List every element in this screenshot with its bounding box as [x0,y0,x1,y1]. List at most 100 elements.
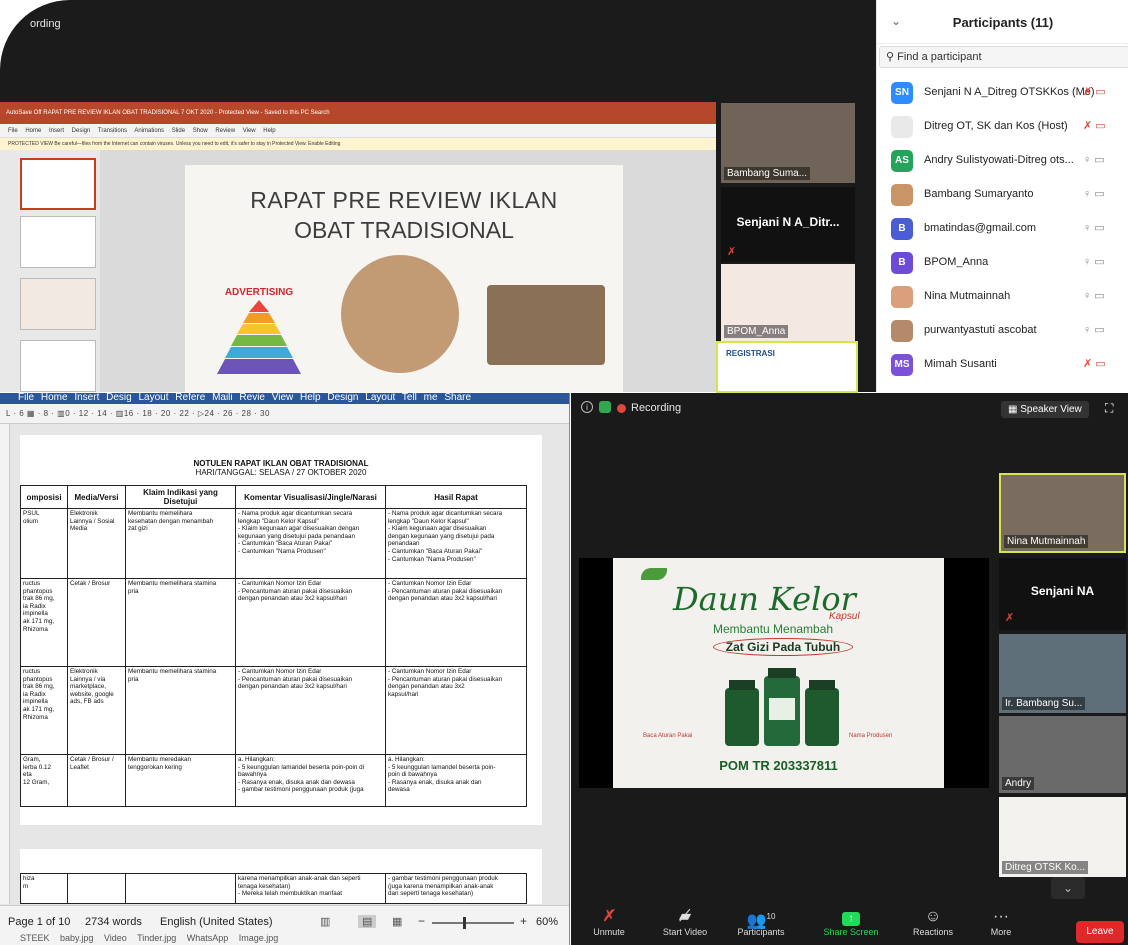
start-video-button[interactable]: ▰̸ Start Video [655,905,715,937]
zoom-slider[interactable] [432,922,514,924]
shield-icon[interactable] [599,401,611,413]
participant-row[interactable]: B BPOM_Anna ♀ ▭ [877,246,1128,280]
ppt-ribbon[interactable]: File Home Insert Design Transitions Anim… [0,124,716,138]
table-cell[interactable]: Elektronik Lainnya / Sosial Media [67,508,126,579]
mic-icon: ♀ [1083,188,1092,200]
table-cell[interactable]: - gambar testimoni penggunaan produk (ju… [385,873,527,904]
product-claim-line-2: Zat Gizi Pada Tubuh [713,638,853,656]
table-cell[interactable]: - Cantumkan Nomor Izin Edar - Pencantuma… [385,666,527,755]
avatar: AS [891,150,913,172]
word-count[interactable]: 2734 words [85,916,142,928]
speaker-view-button[interactable]: ▦ Speaker View [1001,401,1089,418]
table-cell[interactable]: - Nama produk agar dicantumkan secara le… [235,508,386,579]
scroll-down-chevron-icon[interactable]: ⌄ [1051,877,1085,899]
video-icon: ▭ [1091,154,1105,166]
unmute-button[interactable]: ✗̸ Unmute [579,905,639,937]
table-cell[interactable]: Elektronik Lainnya / via marketplace, we… [67,666,126,755]
mic-muted-icon: ✗ [1083,358,1093,370]
table-cell[interactable]: Membantu memelihara kesehatan dengan men… [125,508,236,579]
participants-title: Participants (11) [952,15,1054,30]
video-tile-ditreg[interactable]: Ditreg OTSK Ko... [999,797,1126,877]
document-page-1[interactable]: NOTULEN RAPAT IKLAN OBAT TRADISIONAL HAR… [20,435,542,825]
table-cell[interactable]: - Nama produk agar dicantumkan secara le… [385,508,527,579]
print-layout-icon[interactable]: ▤ [358,915,377,928]
video-icon: ▭ [1091,290,1105,302]
zoom-level[interactable]: 60% [536,916,558,928]
advertising-pyramid-image: ADVERTISING [209,287,309,377]
recording-label[interactable]: Recording [631,402,681,414]
pom-number: POM TR 203337811 [719,758,838,773]
video-tile-bambang[interactable]: Ir. Bambang Su... [999,634,1126,713]
table-row: ructus phantopus trak 86 mg, ia Radix im… [20,666,527,755]
document-title: NOTULEN RAPAT IKLAN OBAT TRADISIONAL [193,459,369,468]
participant-row[interactable]: MS Mimah Susanti ✗ ▭ [877,348,1128,382]
reactions-button[interactable]: ☺ Reactions [903,905,963,937]
table-cell[interactable]: Membantu meredakan tenggorokan kering [125,754,236,807]
upper-video-tile-registrasi[interactable]: REGISTRASI [716,341,858,393]
table-cell[interactable]: a. Hilangkan: - 5 keunggulan lamandel be… [385,754,527,807]
table-cell[interactable]: Cetak / Brosur [67,578,126,667]
participant-row[interactable]: Bbmatindas@gmail.com ♀ ▭ [877,212,1128,246]
participant-row[interactable]: purwantyastuti ascobat ♀ ▭ [877,314,1128,348]
share-screen-button[interactable]: ↑ Share Screen [821,905,881,937]
video-tile-andry[interactable]: Andry [999,716,1126,793]
leave-button[interactable]: Leave [1076,921,1124,943]
more-button[interactable]: ··· More [971,905,1031,937]
participants-header: ⌄ Participants (11) [877,0,1128,44]
share-screen-label: Share Screen [823,927,879,937]
word-ribbon-tabs[interactable]: File Home Insert Desig Layout Refere Mai… [0,393,569,404]
slide-thumb-1[interactable] [20,158,96,210]
info-icon[interactable]: i [581,401,593,413]
more-label: More [990,927,1012,937]
reactions-icon: ☺ [924,908,942,925]
table-cell[interactable]: Cetak / Brosur / Leaflet [67,754,126,807]
slide-thumb-2[interactable] [20,216,96,268]
participant-row[interactable]: Ditreg OT, SK dan Kos (Host) ✗ ▭ [877,110,1128,144]
participant-search-input[interactable]: ⚲ Find a participant [879,46,1128,68]
table-cell[interactable]: - Cantumkan Nomor Izin Edar - Pencantuma… [235,666,386,755]
slide-thumb-3[interactable] [20,278,96,330]
zoom-out-icon[interactable]: − [418,914,425,928]
upper-video-tile-bambang[interactable]: Bambang Suma... [721,103,855,183]
video-tile-nina[interactable]: Nina Mutmainnah [999,473,1126,553]
table-cell[interactable]: Gram, lerba 0.12 eta 12 Gram, [20,754,68,807]
avatar: SN [891,82,913,104]
fullscreen-icon[interactable]: ⛶ [1105,401,1113,416]
table-cell[interactable]: hiza m [20,873,68,904]
table-cell[interactable] [67,873,126,904]
table-cell[interactable]: Membantu memelihara stamina pria [125,578,236,667]
participants-button[interactable]: 👥10 Participants [731,905,791,937]
participant-row[interactable]: AS Andry Sulistyowati-Ditreg ots... ♀ ▭ [877,144,1128,178]
avatar [891,286,913,308]
zoom-slider-handle[interactable] [463,917,466,929]
zoom-in-icon[interactable]: + [520,914,527,928]
grid-icon: ▦ [1008,404,1021,415]
table-cell[interactable] [125,873,236,904]
document-page-2[interactable]: hiza m karena menampilkan anak-anak dan s… [20,849,542,904]
read-mode-icon[interactable]: ▥ [320,915,330,928]
participant-name: Bambang Sumaryanto [924,188,1034,200]
participant-status-icons: ♀ ▭ [1083,153,1105,166]
table-header-cell: Media/Versi [67,485,126,509]
table-cell[interactable]: ructus phantopus trak 86 mg, ia Radix im… [20,666,68,755]
video-tile-senjani[interactable]: Senjani NA ✗ [999,558,1126,630]
upper-video-tile-senjani[interactable]: Senjani N A_Ditr... ✗ [721,187,855,262]
mic-icon: ♀ [1083,290,1092,302]
table-cell[interactable]: - Cantumkan Nomor Izin Edar - Pencantuma… [385,578,527,667]
participant-row[interactable]: Bambang Sumaryanto ♀ ▭ [877,178,1128,212]
participant-row[interactable]: SN Senjani N A_Ditreg OTSKKos (Me) ✗ ▭ [877,76,1128,110]
language-indicator[interactable]: English (United States) [160,916,273,928]
avatar: B [891,252,913,274]
table-cell[interactable]: karena menampilkan anak-anak dan seperti… [235,873,386,904]
table-cell[interactable]: PSUL olium [20,508,68,579]
upper-video-tile-bpom-anna[interactable]: BPOM_Anna [721,264,855,341]
web-layout-icon[interactable]: ▦ [392,915,402,928]
slide-thumb-4[interactable] [20,340,96,392]
participant-row[interactable]: Nina Mutmainnah ♀ ▭ [877,280,1128,314]
table-header-cell: Klaim Indikasi yang Disetujui [125,485,236,509]
table-cell[interactable]: Membantu memelihara stamina pria [125,666,236,755]
table-cell[interactable]: a. Hilangkan: - 5 keunggulan lamandel be… [235,754,386,807]
table-cell[interactable]: - Cantumkan Nomor Izin Edar - Pencantuma… [235,578,386,667]
table-cell[interactable]: ructus phantopus trak 86 mg, ia Radix im… [20,578,68,667]
mic-muted-icon: ✗ [1083,120,1093,132]
